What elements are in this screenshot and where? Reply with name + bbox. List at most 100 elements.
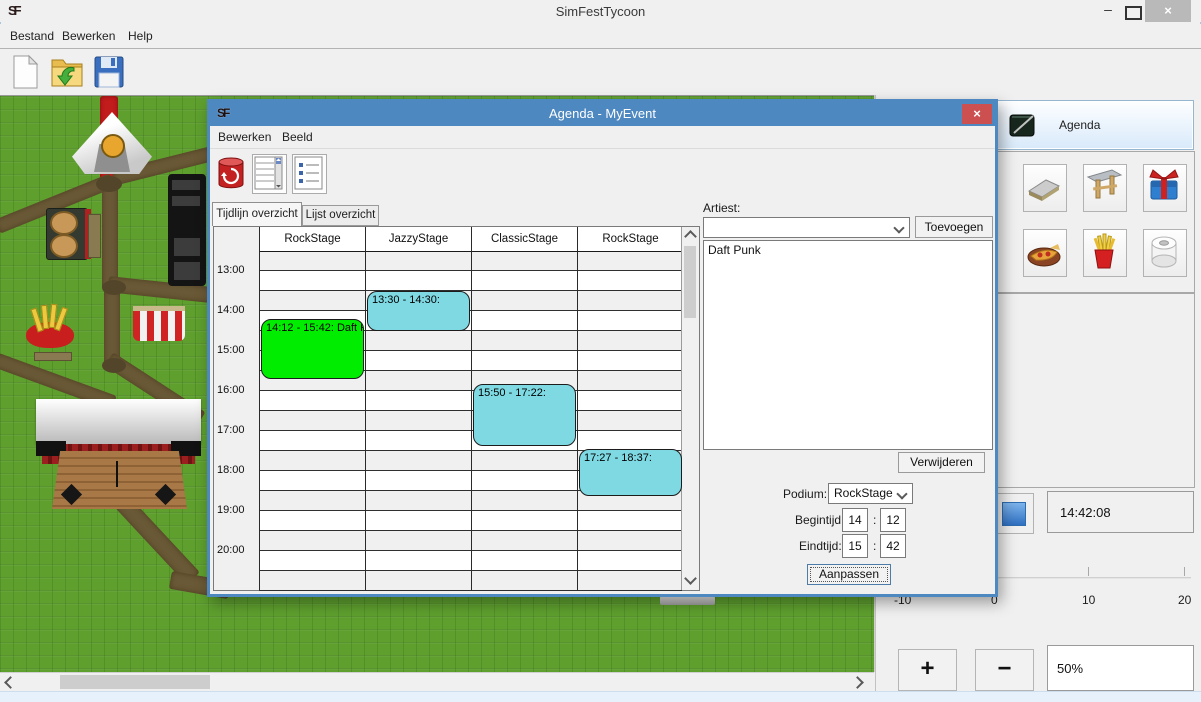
delete-event-button[interactable] <box>215 155 247 191</box>
fries-icon <box>1084 230 1124 274</box>
scroll-right-icon[interactable] <box>851 676 864 689</box>
scroll-left-icon[interactable] <box>4 676 17 689</box>
time-label: 15:00 <box>217 344 245 356</box>
scroll-up-icon[interactable] <box>684 230 697 243</box>
close-button[interactable]: × <box>1145 0 1191 22</box>
apply-button[interactable]: Aanpassen <box>807 564 891 585</box>
schedule-event[interactable]: 17:27 - 18:37: <box>579 449 682 496</box>
map-hscroll-thumb[interactable] <box>60 675 210 689</box>
info-box <box>997 293 1195 488</box>
schedule-scroll-thumb[interactable] <box>684 246 696 318</box>
detail-view-button[interactable] <box>252 154 287 194</box>
agenda-button-box: Agenda <box>995 100 1194 150</box>
zoom-in-button[interactable]: + <box>898 649 957 691</box>
map-tent-distant <box>660 596 715 605</box>
save-file-button[interactable] <box>92 54 126 90</box>
map-sound-equipment <box>168 174 206 286</box>
end-minute-input[interactable]: 42 <box>880 534 906 558</box>
dialog-menu-beeld[interactable]: Beeld <box>282 130 313 144</box>
menu-bestand[interactable]: Bestand <box>10 29 54 43</box>
new-file-button[interactable] <box>8 54 42 90</box>
schedule-event[interactable]: 15:50 - 17:22: <box>473 384 576 445</box>
map-tent-logo <box>101 134 125 158</box>
agenda-button-label: Agenda <box>1059 118 1100 132</box>
trash-icon <box>215 155 247 191</box>
minimize-button[interactable]: – <box>1095 2 1121 20</box>
maximize-button[interactable] <box>1125 6 1142 20</box>
map-main-stage <box>36 399 201 514</box>
title-bar: SF SimFestTycoon – × <box>0 0 1201 22</box>
column-line <box>577 227 578 590</box>
chevron-down-icon <box>896 488 907 499</box>
build-stage-button[interactable] <box>1083 164 1127 212</box>
menu-help[interactable]: Help <box>128 29 153 43</box>
tab-tijdlijn-overzicht[interactable]: Tijdlijn overzicht <box>212 202 302 226</box>
time-label: 13:00 <box>217 264 245 276</box>
time-label: 20:00 <box>217 544 245 556</box>
time-label: 19:00 <box>217 504 245 516</box>
agenda-button[interactable]: Agenda <box>997 102 1192 148</box>
build-road-button[interactable] <box>1023 164 1067 212</box>
clock-display: 14:42:08 <box>1047 491 1194 533</box>
time-gutter <box>214 227 259 590</box>
toilet-paper-icon <box>1144 230 1184 274</box>
tab-lijst-overzicht[interactable]: Lijst overzicht <box>302 205 379 226</box>
stage-column-header: RockStage <box>578 227 683 252</box>
road-icon <box>1024 165 1064 209</box>
play-icon <box>1002 502 1026 526</box>
main-toolbar <box>0 49 1201 95</box>
zoom-out-button[interactable]: − <box>975 649 1034 691</box>
stage-column-header: ClassicStage <box>472 227 577 252</box>
map-path <box>102 180 118 290</box>
agenda-dialog: SF Agenda - MyEvent × Bewerken Beeld <box>207 99 998 597</box>
time-label: 16:00 <box>217 384 245 396</box>
schedule-grid[interactable]: RockStageJazzyStageClassicStageRockStage… <box>213 226 700 591</box>
open-file-icon <box>50 54 84 90</box>
remove-artist-button[interactable]: Verwijderen <box>898 452 985 473</box>
stage-column-header: JazzyStage <box>366 227 471 252</box>
dialog-menu-bewerken[interactable]: Bewerken <box>218 130 271 144</box>
gift-icon <box>1144 165 1184 209</box>
build-fries-button[interactable] <box>1083 229 1127 277</box>
pizza-icon <box>1024 230 1064 274</box>
map-burger-stand <box>46 208 88 260</box>
start-minute-input[interactable]: 12 <box>880 508 906 532</box>
artist-listbox[interactable]: Daft Punk <box>703 240 993 450</box>
end-hour-input[interactable]: 15 <box>842 534 868 558</box>
add-artist-button[interactable]: Toevoegen <box>915 216 993 238</box>
schedule-event[interactable]: 14:12 - 15:42: Daft Punk <box>261 319 364 379</box>
time-label: 18:00 <box>217 464 245 476</box>
podium-combobox[interactable]: RockStage <box>828 483 913 504</box>
build-gift-button[interactable] <box>1143 164 1187 212</box>
start-hour-input[interactable]: 14 <box>842 508 868 532</box>
notebook-icon <box>1007 111 1037 139</box>
menu-bar: Bestand Bewerken Help <box>0 24 1201 49</box>
stage-column-header: RockStage <box>260 227 365 252</box>
schedule-event[interactable]: 13:30 - 14:30: <box>367 291 470 331</box>
column-line <box>471 227 472 590</box>
build-pizza-button[interactable] <box>1023 229 1067 277</box>
dialog-title-bar[interactable]: SF Agenda - MyEvent × <box>210 102 995 126</box>
podium-label: Podium: <box>783 487 827 501</box>
build-toilet-paper-button[interactable] <box>1143 229 1187 277</box>
save-file-icon <box>92 54 126 90</box>
list-view-button[interactable] <box>292 154 327 194</box>
map-plank <box>34 352 72 361</box>
scroll-down-icon[interactable] <box>684 572 697 585</box>
start-time-label: Begintijd: <box>795 513 844 527</box>
artist-combobox[interactable] <box>703 217 910 238</box>
dialog-close-button[interactable]: × <box>962 104 992 124</box>
map-plank <box>88 214 101 258</box>
end-time-label: Eindtijd: <box>799 539 842 553</box>
detail-list-icon <box>253 155 284 191</box>
menu-bewerken[interactable]: Bewerken <box>62 29 115 43</box>
dialog-title: Agenda - MyEvent <box>210 106 995 121</box>
map-path-joint <box>102 280 126 295</box>
time-label: 14:00 <box>217 304 245 316</box>
open-file-button[interactable] <box>50 54 84 90</box>
zoom-level-display: 50% <box>1047 645 1194 691</box>
schedule-scrollbar[interactable] <box>681 227 699 590</box>
map-horizontal-scrollbar[interactable] <box>0 672 874 692</box>
artist-list-item[interactable]: Daft Punk <box>704 241 992 259</box>
window-title: SimFestTycoon <box>0 4 1201 19</box>
